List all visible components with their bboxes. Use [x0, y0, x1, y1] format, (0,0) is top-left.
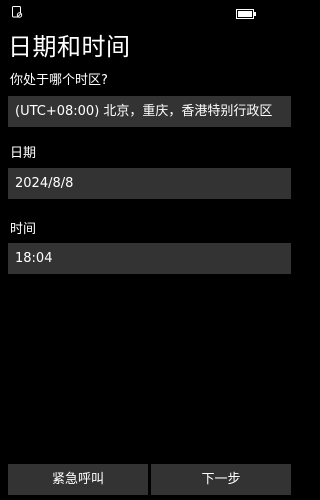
- time-label: 时间: [10, 222, 37, 237]
- date-label: 日期: [10, 146, 37, 161]
- status-bar: [0, 0, 300, 19]
- time-picker[interactable]: 18:04: [8, 243, 291, 274]
- time-value: 18:04: [15, 251, 53, 266]
- battery-icon: [236, 4, 256, 19]
- page-title: 日期和时间: [8, 33, 131, 61]
- emergency-call-button[interactable]: 紧急呼叫: [8, 464, 148, 495]
- next-button[interactable]: 下一步: [151, 464, 291, 495]
- timezone-label: 你处于哪个时区?: [10, 73, 108, 88]
- timezone-select[interactable]: (UTC+08:00) 北京，重庆，香港特别行政区: [8, 96, 291, 127]
- phone-sim-icon: [11, 3, 23, 18]
- date-value: 2024/8/8: [15, 176, 74, 191]
- date-picker[interactable]: 2024/8/8: [8, 168, 291, 199]
- timezone-value: (UTC+08:00) 北京，重庆，香港特别行政区: [15, 104, 273, 119]
